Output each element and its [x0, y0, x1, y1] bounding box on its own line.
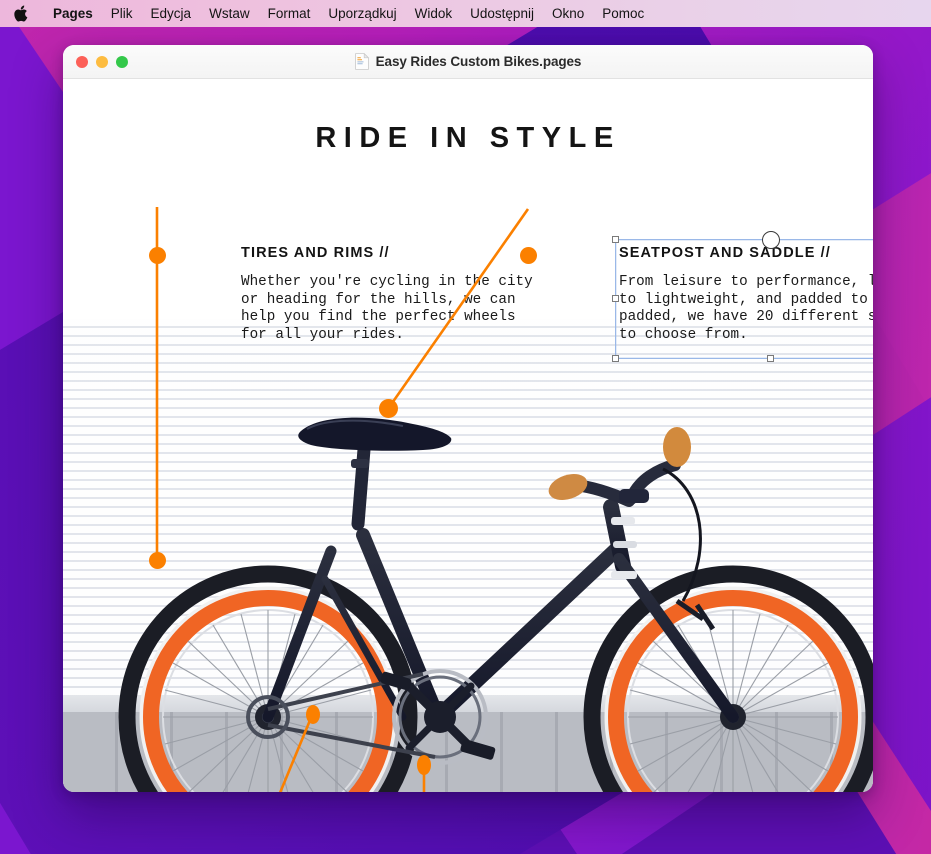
- window-title-group: Easy Rides Custom Bikes.pages: [63, 45, 873, 78]
- traffic-light-group: [76, 55, 128, 68]
- menu-item-pomoc[interactable]: Pomoc: [593, 4, 653, 23]
- menu-item-pages[interactable]: Pages: [44, 4, 102, 23]
- pages-document-icon: [354, 53, 369, 70]
- grip-left: [548, 474, 588, 500]
- close-window-button[interactable]: [76, 55, 88, 68]
- selection-frame[interactable]: [612, 231, 873, 362]
- menu-bar: Pages Plik Edycja Wstaw Format Uporządku…: [0, 0, 931, 27]
- menu-item-uporzadkuj[interactable]: Uporządkuj: [319, 4, 405, 23]
- text-block-tires-body: Whether you're cycling in the city or he…: [241, 274, 533, 343]
- menu-item-wstaw[interactable]: Wstaw: [200, 4, 259, 23]
- menu-item-plik[interactable]: Plik: [102, 4, 142, 23]
- resize-handle-bottom-center[interactable]: [767, 355, 774, 362]
- menu-item-edycja[interactable]: Edycja: [142, 4, 201, 23]
- resize-handle-bottom-left[interactable]: [612, 355, 619, 362]
- maximize-window-button[interactable]: [116, 55, 128, 68]
- pages-window: Easy Rides Custom Bikes.pages RIDE IN ST…: [63, 45, 873, 792]
- bicycle-photo[interactable]: [63, 319, 873, 792]
- menu-item-udostepnij[interactable]: Udostępnij: [461, 4, 543, 23]
- document-canvas[interactable]: RIDE IN STYLE TIRES AND RIMS // Whether …: [63, 79, 873, 792]
- rear-wheel: [118, 565, 418, 792]
- apple-logo-icon[interactable]: [14, 4, 30, 23]
- front-wheel: [583, 565, 873, 792]
- menu-item-okno[interactable]: Okno: [543, 4, 593, 23]
- callout-dot-tires-top[interactable]: [149, 247, 166, 264]
- bicycle-illustration: [118, 417, 873, 792]
- rotation-handle[interactable]: [762, 231, 780, 249]
- resize-handle-top-left[interactable]: [612, 236, 619, 243]
- saddle: [298, 417, 452, 451]
- menu-item-widok[interactable]: Widok: [406, 4, 462, 23]
- text-block-tires-and-rims[interactable]: TIRES AND RIMS // Whether you're cycling…: [241, 245, 533, 344]
- menu-item-format[interactable]: Format: [259, 4, 320, 23]
- grip-right: [663, 427, 691, 467]
- minimize-window-button[interactable]: [96, 55, 108, 68]
- resize-handle-middle-left[interactable]: [612, 295, 619, 302]
- page-title: RIDE IN STYLE: [315, 122, 621, 154]
- window-titlebar[interactable]: Easy Rides Custom Bikes.pages: [63, 45, 873, 79]
- text-block-tires-heading: TIRES AND RIMS //: [241, 245, 390, 261]
- window-title-text: Easy Rides Custom Bikes.pages: [375, 54, 582, 69]
